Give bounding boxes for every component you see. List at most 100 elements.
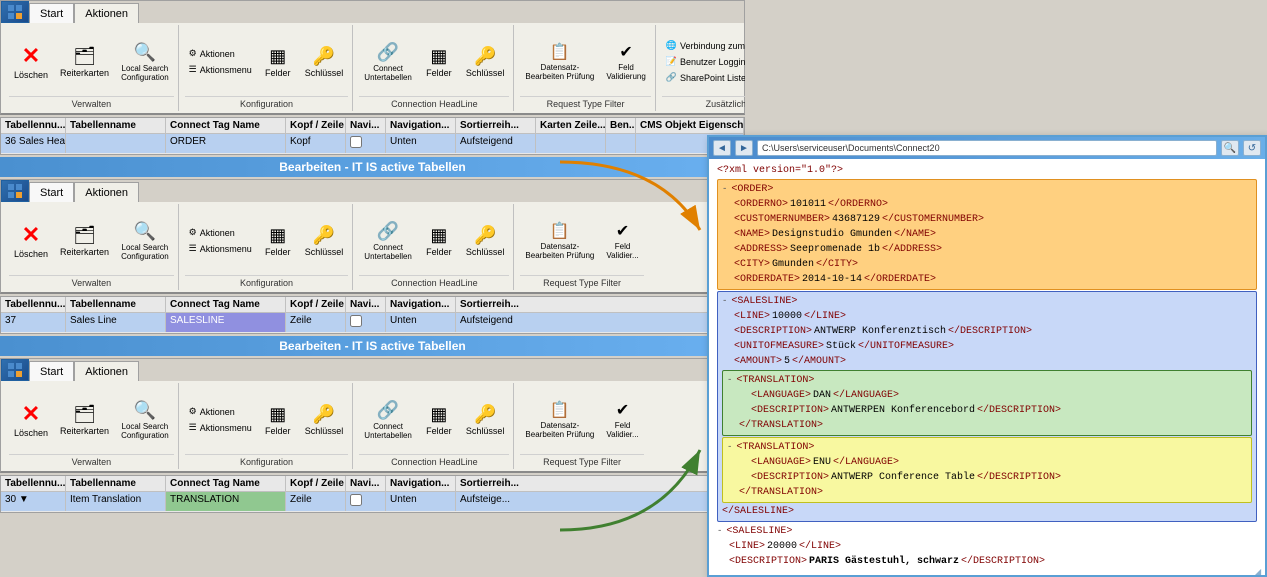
xml-lang-enu: <LANGUAGE>ENU</LANGUAGE>: [751, 455, 1247, 470]
cell2-navi: [346, 313, 386, 332]
xml-resize-handle[interactable]: [1255, 565, 1265, 575]
loeschen-btn-1[interactable]: ✕ Löschen: [9, 40, 53, 83]
datensatz-btn-3[interactable]: 📋 Datensatz-Bearbeiten Prüfung: [520, 397, 599, 442]
loeschen-btn-3[interactable]: ✕ Löschen: [9, 398, 53, 441]
feld-val-btn-3[interactable]: ✔ FeldValidier...: [601, 397, 643, 442]
felder-btn-2a[interactable]: ▦ Felder: [258, 222, 298, 260]
xml-forward-btn[interactable]: ►: [735, 140, 753, 156]
aktionen-small-btn-1[interactable]: ⚙ Aktionen: [185, 46, 256, 61]
felder-btn-2b[interactable]: ▦ Felder: [419, 222, 459, 260]
xml-desc-enu: <DESCRIPTION>ANTWERP Conference Table</D…: [751, 470, 1247, 485]
xml-order-block: - <ORDER> <ORDERNO>101011</ORDERNO> <CUS…: [717, 179, 1257, 290]
reiterkarten-btn-3[interactable]: 🗂 Reiterkarten: [55, 401, 114, 439]
table-row-3[interactable]: 30 ▼ Item Translation TRANSLATION Zeile …: [1, 492, 744, 512]
collapse-translation-enu[interactable]: -: [727, 441, 732, 455]
schluessel-btn-3b[interactable]: 🔑 Schlüssel: [461, 401, 510, 439]
xml-search-btn[interactable]: 🔍: [1221, 140, 1239, 156]
cell-tag-1: ORDER: [166, 134, 286, 153]
app-logo[interactable]: [1, 1, 29, 23]
table-row-2[interactable]: 37 Sales Line SALESLINE Zeile Unten Aufs…: [1, 313, 744, 333]
schluessel-btn-1b[interactable]: 🔑 Schlüssel: [461, 43, 510, 81]
aktionen-small-btn-3[interactable]: ⚙ Aktionen: [185, 404, 256, 419]
tab-aktionen-3[interactable]: Aktionen: [74, 361, 139, 381]
schluessel-btn-2a[interactable]: 🔑 Schlüssel: [300, 222, 349, 260]
schluessel-btn-3a[interactable]: 🔑 Schlüssel: [300, 401, 349, 439]
navi-checkbox-1[interactable]: [350, 136, 362, 148]
cell2-tag: SALESLINE: [166, 313, 286, 332]
tab-start-2[interactable]: Start: [29, 182, 74, 202]
app-logo-3[interactable]: [1, 359, 29, 381]
connect-icon-1: 🔗: [377, 42, 399, 63]
sharepoint-btn[interactable]: 🔗 SharePoint Listen Verbindung Filter Fe…: [662, 70, 745, 85]
request-label-1: Request Type Filter: [520, 96, 650, 109]
xml-translation-enu-block: - <TRANSLATION> <LANGUAGE>ENU</LANGUAGE>…: [722, 437, 1252, 503]
aktionsmenu-small-btn-3[interactable]: ☰ Aktionsmenu: [185, 420, 256, 435]
felder-btn-3b[interactable]: ▦ Felder: [419, 401, 459, 439]
connect-icon-2: 🔗: [377, 221, 399, 242]
logging-btn[interactable]: 📝 Benutzer Logging - Felder: [662, 54, 745, 69]
delete-icon-1: ✕: [22, 43, 40, 69]
navi-checkbox-3[interactable]: [350, 494, 362, 506]
edit-check-icon-1: 📋: [550, 42, 570, 62]
xml-salesline-close: </SALESLINE>: [722, 504, 1252, 519]
group-connection-2: 🔗 ConnectUntertabellen ▦ Felder 🔑 Schlüs…: [355, 204, 514, 290]
konfig-buttons-2: ⚙ Aktionen ☰ Aktionsmenu ▦ Felder 🔑: [185, 206, 349, 275]
stacked-actions-3: ⚙ Aktionen ☰ Aktionsmenu: [185, 404, 256, 435]
connect-btn-2[interactable]: 🔗 ConnectUntertabellen: [359, 218, 417, 264]
tab-aktionen-2[interactable]: Aktionen: [74, 182, 139, 202]
datensatz-btn-1[interactable]: 📋 Datensatz-Bearbeiten Prüfung: [520, 39, 599, 84]
key-icon-3b: 🔑: [474, 404, 496, 425]
feld-val-btn-1[interactable]: ✔ FeldValidierung: [601, 39, 650, 84]
ribbon-2: Start Aktionen ✕ Löschen 🗂 Reiterkarten …: [0, 179, 745, 294]
collapse-salesline2[interactable]: -: [717, 525, 722, 539]
xml-lang-dan: <LANGUAGE>DAN</LANGUAGE>: [751, 388, 1247, 403]
local-search-btn-1[interactable]: 🔍 Local SearchConfiguration: [116, 39, 174, 85]
feld-val-btn-2[interactable]: ✔ FeldValidier...: [601, 218, 643, 263]
key-icon-2a: 🔑: [313, 225, 335, 246]
cms-btn[interactable]: 🌐 Verbindung zum CMS: [662, 38, 745, 53]
zusatz-label-1: Zusätzlich Konfiguration: [662, 96, 745, 109]
collapse-salesline[interactable]: -: [722, 295, 727, 309]
table-row[interactable]: 36 Sales Header ORDER Kopf Unten Aufstei…: [1, 134, 744, 154]
col2-navi: Navi...: [346, 297, 386, 312]
connect-btn-3[interactable]: 🔗 ConnectUntertabellen: [359, 397, 417, 443]
table-2: Tabellennu... Tabellenname Connect Tag N…: [0, 296, 745, 334]
felder-icon-1b: ▦: [430, 46, 447, 67]
cell2-name: Sales Line: [66, 313, 166, 332]
navi-checkbox-2[interactable]: [350, 315, 362, 327]
aktionsmenu-small-btn-1[interactable]: ☰ Aktionsmenu: [185, 62, 256, 77]
reiterkarten-btn-2[interactable]: 🗂 Reiterkarten: [55, 222, 114, 260]
group-request-3: 📋 Datensatz-Bearbeiten Prüfung ✔ FeldVal…: [516, 383, 647, 469]
datensatz-btn-2[interactable]: 📋 Datensatz-Bearbeiten Prüfung: [520, 218, 599, 263]
reiterkarten-btn-1[interactable]: 🗂 Reiterkarten: [55, 43, 114, 81]
felder-btn-3a[interactable]: ▦ Felder: [258, 401, 298, 439]
tab-start-3[interactable]: Start: [29, 361, 74, 381]
xml-refresh-btn[interactable]: ↺: [1243, 140, 1261, 156]
cell-karten-1: [536, 134, 606, 153]
xml-address-bar[interactable]: C:\Users\serviceuser\Documents\Connect20: [757, 140, 1217, 156]
tab-start-1[interactable]: Start: [29, 3, 74, 23]
tab-aktionen-1[interactable]: Aktionen: [74, 3, 139, 23]
loeschen-btn-2[interactable]: ✕ Löschen: [9, 219, 53, 262]
logging-icon: 📝: [666, 56, 677, 67]
app-logo-2[interactable]: [1, 180, 29, 202]
xml-back-btn[interactable]: ◄: [713, 140, 731, 156]
aktionsmenu-small-btn-2[interactable]: ☰ Aktionsmenu: [185, 241, 256, 256]
local-search-btn-3[interactable]: 🔍 Local SearchConfiguration: [116, 397, 174, 443]
col-tabellenname: Tabellenname: [66, 118, 166, 133]
collapse-order[interactable]: -: [722, 183, 727, 197]
xml-name: <NAME>Designstudio Gmunden</NAME>: [734, 227, 1252, 242]
schluessel-btn-2b[interactable]: 🔑 Schlüssel: [461, 222, 510, 260]
felder-btn-1a[interactable]: ▦ Felder: [258, 43, 298, 81]
xml-translation-enu-children: <LANGUAGE>ENU</LANGUAGE> <DESCRIPTION>AN…: [727, 455, 1247, 485]
felder-btn-1b[interactable]: ▦ Felder: [419, 43, 459, 81]
collapse-translation-dan[interactable]: -: [727, 374, 732, 388]
connect-btn-1[interactable]: 🔗 ConnectUntertabellen: [359, 39, 417, 85]
sharepoint-icon: 🔗: [666, 72, 677, 83]
xml-address: <ADDRESS>Seepromenade 1b</ADDRESS>: [734, 242, 1252, 257]
group-verwalten-3: ✕ Löschen 🗂 Reiterkarten 🔍 Local SearchC…: [5, 383, 179, 469]
connect-icon-3: 🔗: [377, 400, 399, 421]
aktionen-small-btn-2[interactable]: ⚙ Aktionen: [185, 225, 256, 240]
schluessel-btn-1a[interactable]: 🔑 Schlüssel: [300, 43, 349, 81]
local-search-btn-2[interactable]: 🔍 Local SearchConfiguration: [116, 218, 174, 264]
